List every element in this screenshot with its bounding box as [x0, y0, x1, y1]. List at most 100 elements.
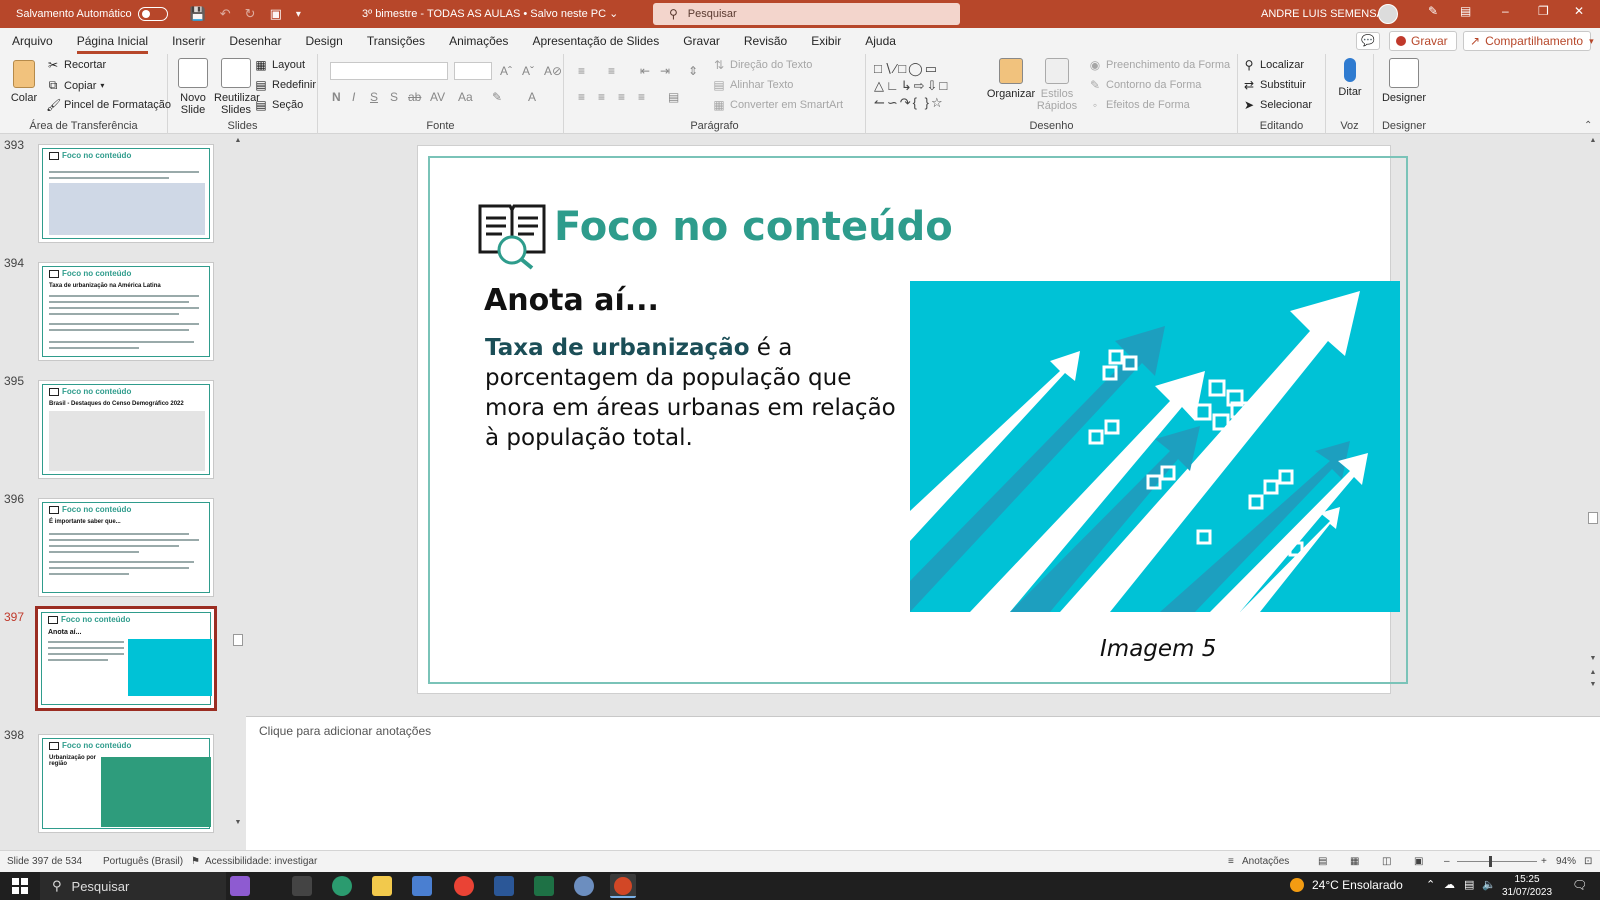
editor-scrollbar[interactable]: ▲ ▼ ▲ ▼ [1586, 134, 1600, 716]
volume-icon[interactable]: 🔈 [1482, 878, 1496, 891]
slide-title[interactable]: Foco no conteúdo [554, 204, 953, 250]
copy-button[interactable]: ⧉ Copiar ▾ [46, 78, 105, 93]
customize-qat-icon[interactable]: ▾ [296, 9, 301, 20]
tab-pagina-inicial[interactable]: Página Inicial [76, 28, 149, 54]
shadow-icon[interactable]: S [390, 90, 398, 104]
dictate-button[interactable]: Ditar [1330, 58, 1370, 98]
font-name-dropdown[interactable] [330, 62, 448, 80]
shape-effects-button[interactable]: ◦ Efeitos de Forma [1088, 98, 1190, 112]
save-icon[interactable]: 💾 [190, 6, 206, 22]
autosave-toggle[interactable]: Salvamento Automático [16, 7, 168, 21]
redo-icon[interactable]: ↻ [245, 6, 256, 22]
zoom-in-icon[interactable]: + [1541, 856, 1547, 867]
tab-inserir[interactable]: Inserir [172, 28, 205, 54]
align-center-icon[interactable]: ≡ [598, 90, 605, 104]
normal-view-icon[interactable]: ▤ [1318, 856, 1327, 867]
increase-indent-icon[interactable]: ⇥ [660, 64, 670, 78]
tab-arquivo[interactable]: Arquivo [12, 28, 53, 54]
store-icon[interactable] [412, 876, 432, 896]
fit-slide-icon[interactable]: ⊡ [1584, 856, 1592, 867]
format-painter-button[interactable]: 🖌 Pincel de Formatação [46, 98, 171, 112]
shape-fill-button[interactable]: ◉ Preenchimento da Forma [1088, 58, 1230, 72]
word-icon[interactable] [494, 876, 514, 896]
network-icon[interactable]: ▤ [1464, 878, 1474, 891]
zoom-out-icon[interactable]: – [1444, 856, 1450, 867]
char-spacing-icon[interactable]: AV [430, 90, 445, 104]
reset-button[interactable]: ▤ Redefinir [254, 78, 316, 92]
document-title[interactable]: 3º bimestre - TODAS AS AULAS • Salvo nes… [362, 7, 618, 20]
language-indicator[interactable]: Português (Brasil) [103, 856, 183, 867]
zoom-level[interactable]: 94% [1556, 856, 1576, 867]
notes-pane[interactable]: Clique para adicionar anotações [246, 716, 1600, 850]
change-case-icon[interactable]: Aa [458, 90, 473, 104]
notification-icon[interactable]: 🗨 [1572, 878, 1587, 892]
clear-format-icon[interactable]: A⊘ [544, 64, 562, 78]
present-icon[interactable]: ▣ [270, 6, 282, 22]
font-color-icon[interactable]: A [528, 90, 536, 104]
align-right-icon[interactable]: ≡ [618, 90, 625, 104]
slide-thumbnail-398[interactable]: Foco no conteúdo Urbanização por região [38, 734, 214, 833]
text-direction-button[interactable]: ⇅ Direção do Texto [712, 58, 812, 72]
tab-transicoes[interactable]: Transições [367, 28, 425, 54]
chevron-up-icon[interactable]: ⌃ [1426, 878, 1435, 891]
reading-view-icon[interactable]: ◫ [1382, 856, 1391, 867]
tab-exibir[interactable]: Exibir [811, 28, 841, 54]
font-size-dropdown[interactable] [454, 62, 492, 80]
minimize-icon[interactable]: – [1502, 4, 1509, 18]
previous-slide-icon[interactable]: ▲ [1588, 668, 1598, 678]
layout-button[interactable]: ▦ Layout [254, 58, 305, 72]
slide-sorter-icon[interactable]: ▦ [1350, 856, 1359, 867]
strikethrough-icon[interactable]: ab [408, 90, 421, 104]
slide-canvas[interactable]: Foco no conteúdo Anota aí... Taxa de urb… [418, 146, 1408, 693]
urbanization-arrows-image[interactable] [910, 281, 1400, 612]
slide-subtitle[interactable]: Anota aí... [484, 283, 659, 318]
shape-outline-button[interactable]: ✎ Contorno da Forma [1088, 78, 1201, 92]
slideshow-icon[interactable]: ▣ [1414, 856, 1423, 867]
find-button[interactable]: ⚲ Localizar [1242, 58, 1304, 72]
slide-thumbnail-395[interactable]: Foco no conteúdo Brasil - Destaques do C… [38, 380, 214, 479]
widget-icon[interactable] [230, 876, 250, 896]
tab-gravar[interactable]: Gravar [683, 28, 720, 54]
onedrive-icon[interactable]: ☁ [1444, 878, 1455, 891]
increase-font-icon[interactable]: Aˆ [500, 64, 512, 78]
slide-thumbnail-393[interactable]: Foco no conteúdo [38, 144, 214, 243]
scroll-up-icon[interactable]: ▲ [1588, 136, 1598, 146]
scroll-down-icon[interactable]: ▼ [233, 818, 243, 828]
undo-icon[interactable]: ↶ [220, 6, 231, 22]
editor-scroll-thumb[interactable] [1588, 512, 1598, 524]
tab-apresentacao[interactable]: Apresentação de Slides [532, 28, 659, 54]
image-caption[interactable]: Imagem 5 [1100, 636, 1216, 662]
scroll-down-icon[interactable]: ▼ [1588, 654, 1598, 664]
select-button[interactable]: ➤ Selecionar [1242, 98, 1312, 112]
paint-icon[interactable] [574, 876, 594, 896]
slide-thumbnail-396[interactable]: Foco no conteúdo É importante saber que.… [38, 498, 214, 597]
cut-button[interactable]: ✂ Recortar [46, 58, 106, 72]
replace-button[interactable]: ⇄ Substituir [1242, 78, 1306, 92]
avatar[interactable] [1378, 4, 1398, 24]
chrome-icon[interactable] [454, 876, 474, 896]
system-clock[interactable]: 15:25 31/07/2023 [1502, 873, 1552, 899]
notes-placeholder[interactable]: Clique para adicionar anotações [259, 724, 431, 738]
collapse-ribbon-icon[interactable]: ⌃ [1584, 120, 1592, 131]
thumbnail-scrollbar[interactable]: ▲ ▼ [232, 134, 244, 850]
record-button[interactable]: Gravar [1389, 31, 1457, 51]
quick-styles-button[interactable]: Estilos Rápidos [1034, 58, 1080, 112]
paste-button[interactable]: Colar [6, 60, 42, 104]
arrange-button[interactable]: Organizar [986, 58, 1036, 100]
reuse-slides-button[interactable]: Reutilizar Slides [214, 58, 260, 116]
decrease-indent-icon[interactable]: ⇤ [640, 64, 650, 78]
pen-icon[interactable]: ✎ [1428, 4, 1438, 18]
weather-widget[interactable]: 24°C Ensolarado [1290, 878, 1403, 892]
align-left-icon[interactable]: ≡ [578, 90, 585, 104]
scroll-up-icon[interactable]: ▲ [233, 136, 243, 146]
zoom-slider[interactable] [1457, 861, 1537, 862]
taskbar-search-box[interactable]: ⚲ Pesquisar [40, 872, 226, 900]
highlight-icon[interactable]: ✎ [492, 90, 502, 104]
slide-body-text[interactable]: Taxa de urbanização é a porcentagem da p… [485, 333, 905, 453]
thumbnail-scroll-thumb[interactable] [233, 634, 243, 646]
title-search-box[interactable]: ⚲ Pesquisar [653, 3, 960, 25]
excel-icon[interactable] [534, 876, 554, 896]
restore-icon[interactable]: ❐ [1538, 4, 1549, 18]
slide-thumbnail-pane[interactable]: 393 Foco no conteúdo 394 Foco no conteúd… [0, 134, 246, 850]
shapes-gallery[interactable]: □∖∕□◯▭ △∟↳⇨⇩□ ↼∽↷{ }☆ [874, 60, 980, 112]
